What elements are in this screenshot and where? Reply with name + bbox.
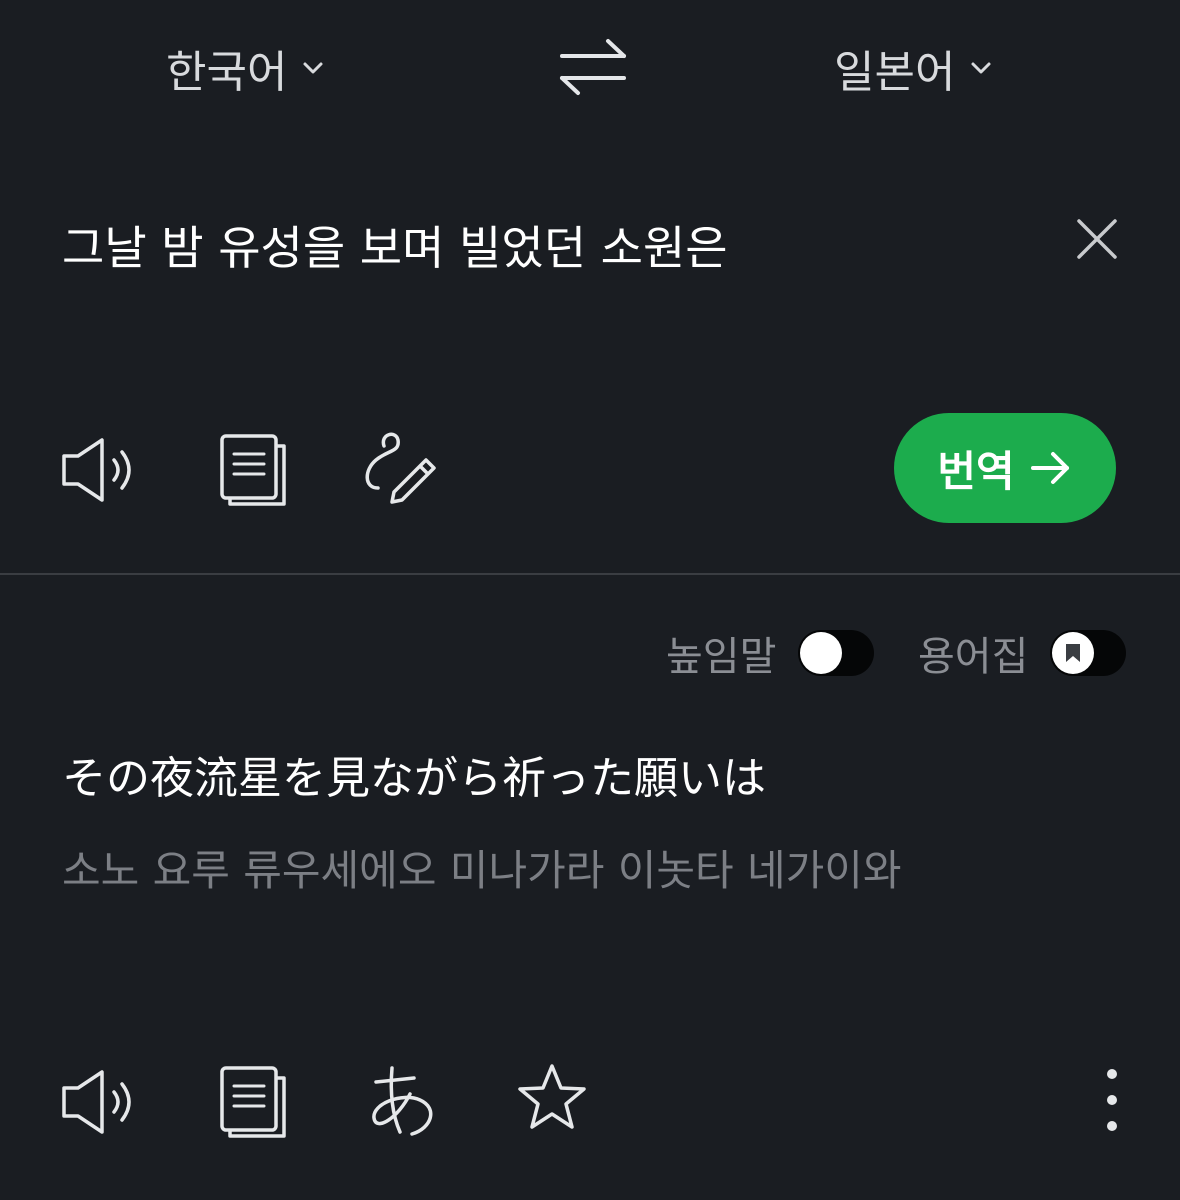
- source-speak-button[interactable]: [58, 430, 138, 510]
- section-divider: [0, 573, 1180, 575]
- close-icon[interactable]: [1074, 216, 1120, 262]
- reading-mode-button[interactable]: [362, 1062, 442, 1142]
- target-language-selector[interactable]: 일본어: [834, 36, 993, 100]
- copy-icon: [220, 434, 286, 506]
- source-language-selector[interactable]: 한국어: [166, 36, 325, 100]
- result-speak-button[interactable]: [58, 1062, 138, 1142]
- pronunciation-text: 소노 요루 류우세에오 미나가라 이놋타 네가이와: [62, 846, 902, 895]
- translated-text: その夜流星を見ながら祈った願いは: [62, 753, 766, 804]
- favorite-button[interactable]: [512, 1058, 592, 1138]
- speaker-icon: [62, 438, 131, 502]
- handwriting-icon: [365, 432, 436, 504]
- honorific-toggle[interactable]: [798, 630, 875, 676]
- translator-app: 한국어 일본어 그날 밤 유성을 보며 빌었던 소원은 번역 높임말 용어집 そ…: [0, 0, 1180, 1200]
- chevron-down-icon: [971, 62, 991, 74]
- glossary-toggle-group: 용어집: [918, 626, 1127, 680]
- toggle-knob: [1052, 632, 1095, 674]
- arrow-right-icon: [1030, 452, 1069, 484]
- translate-button[interactable]: 번역: [894, 413, 1116, 523]
- source-copy-button[interactable]: [214, 430, 294, 510]
- result-copy-button[interactable]: [214, 1062, 294, 1142]
- swap-languages-icon[interactable]: [556, 38, 630, 96]
- speaker-icon: [62, 1070, 131, 1134]
- glossary-toggle[interactable]: [1050, 630, 1127, 676]
- glossary-label: 용어집: [918, 634, 1029, 680]
- honorific-toggle-group: 높임말: [666, 626, 875, 680]
- target-language-label: 일본어: [834, 47, 956, 98]
- chevron-down-icon: [303, 62, 323, 74]
- star-icon: [518, 1064, 586, 1129]
- copy-icon: [220, 1066, 286, 1138]
- translate-button-label: 번역: [937, 446, 1015, 496]
- honorific-label: 높임말: [666, 634, 777, 680]
- source-text-input[interactable]: 그날 밤 유성을 보며 빌었던 소원은: [62, 212, 728, 278]
- more-vertical-icon[interactable]: [1092, 1064, 1132, 1136]
- bookmark-icon: [1066, 644, 1081, 662]
- source-language-label: 한국어: [166, 47, 288, 98]
- hiragana-icon: [372, 1066, 433, 1136]
- handwriting-button[interactable]: [360, 430, 440, 510]
- toggle-knob: [800, 632, 843, 674]
